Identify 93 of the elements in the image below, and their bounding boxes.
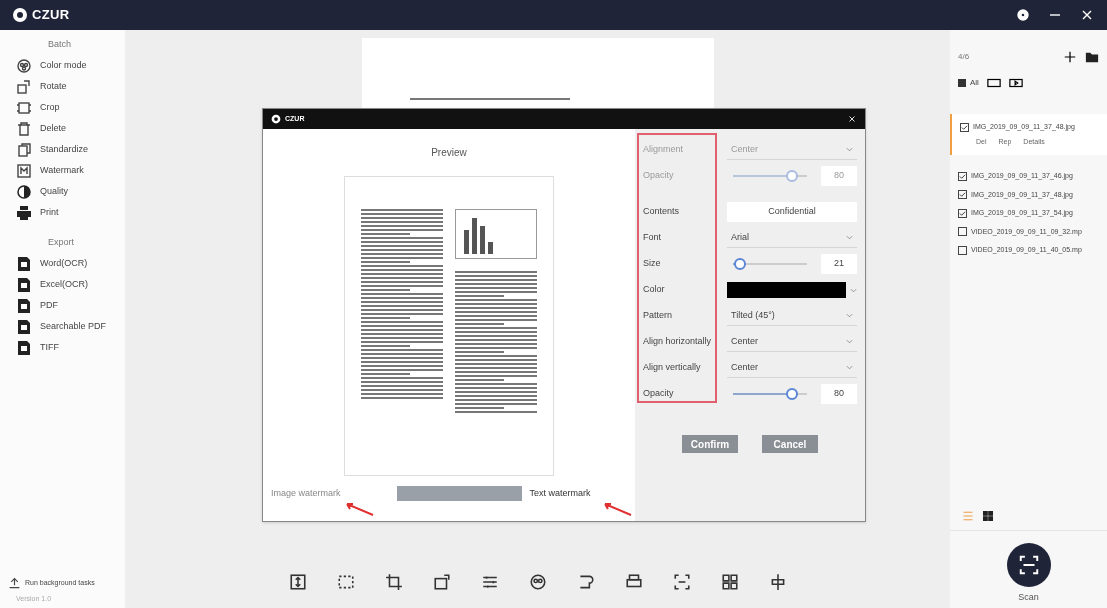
file-icon — [16, 318, 32, 335]
settings-icon[interactable] — [1015, 7, 1031, 23]
caret-icon — [846, 338, 853, 345]
add-icon[interactable] — [1063, 50, 1077, 64]
section-heading: Export — [47, 235, 75, 249]
check-icon — [959, 209, 966, 217]
setting-label: Color — [643, 283, 666, 297]
app-logo: CZUR — [32, 6, 70, 25]
sidebar-item[interactable]: Excel(OCR) — [16, 274, 109, 295]
section-heading: Batch — [47, 38, 72, 51]
select-all-checkbox[interactable]: All — [958, 77, 979, 89]
check-icon — [961, 123, 968, 131]
slider-thumb[interactable] — [786, 170, 799, 182]
sidebar-item[interactable]: Quality — [16, 181, 109, 203]
page-count: 4/6 — [958, 51, 970, 63]
trash-icon — [16, 121, 32, 137]
check-icon — [959, 191, 966, 199]
checkbox[interactable] — [958, 190, 967, 200]
sidebar-item[interactable]: Standardize — [16, 139, 109, 161]
sidebar-item[interactable]: Delete — [16, 118, 109, 140]
palette-icon — [16, 58, 32, 74]
setting-label: Size — [643, 257, 662, 271]
caret-icon — [846, 364, 853, 371]
grid-view-icon[interactable] — [982, 509, 994, 522]
dropdown[interactable]: Center — [727, 332, 857, 352]
checkbox[interactable] — [958, 245, 967, 255]
setting-label: Contents — [643, 205, 681, 219]
watermark-icon — [16, 163, 32, 179]
sidebar-item[interactable]: Color mode — [16, 55, 109, 77]
sidebar-item[interactable]: Print — [16, 202, 109, 224]
adjust-icon — [480, 573, 499, 591]
upload-icon — [8, 576, 21, 590]
select-icon — [336, 573, 355, 591]
sidebar-item[interactable]: Rotate — [16, 76, 109, 98]
caret-icon — [850, 286, 857, 294]
setting-label: Pattern — [643, 309, 674, 323]
file-icon — [16, 255, 32, 272]
logo-icon — [271, 114, 281, 124]
contrast-icon — [16, 184, 32, 200]
sidebar-item[interactable]: TIFF — [16, 337, 109, 358]
video-filter-icon[interactable] — [1008, 76, 1023, 90]
color-icon — [528, 573, 547, 591]
sidebar-item[interactable]: Word(OCR) — [16, 253, 109, 274]
sidebar-item[interactable]: Searchable PDF — [16, 316, 109, 337]
setting-label: Align vertically — [643, 361, 702, 375]
slider-thumb[interactable] — [786, 388, 799, 400]
checkbox[interactable] — [958, 227, 967, 237]
setting-label: Opacity — [643, 387, 675, 401]
setting-label: Align horizontally — [643, 335, 713, 349]
dropdown[interactable]: Center — [727, 358, 857, 378]
setting-label: Alignment — [643, 143, 685, 157]
scan-label: Scan — [1018, 590, 1039, 604]
dropdown[interactable]: Tilted (45°) — [727, 306, 857, 326]
logo-icon — [12, 7, 28, 23]
checkbox[interactable] — [960, 122, 969, 132]
file-icon — [16, 297, 32, 314]
caret-icon — [846, 146, 853, 153]
file-icon — [16, 276, 32, 293]
watermark-tab[interactable]: Text watermark — [529, 486, 591, 501]
text-field[interactable]: Confidential — [727, 202, 857, 222]
check-icon — [959, 172, 966, 180]
printer-icon — [16, 205, 32, 221]
watermark-tab[interactable]: Image watermark — [271, 486, 341, 501]
color-swatch[interactable] — [727, 282, 846, 298]
ocr-icon — [672, 573, 691, 591]
caret-icon — [846, 312, 853, 319]
rotate-icon — [432, 573, 451, 591]
arrow-annotation — [601, 501, 633, 517]
checkbox[interactable] — [958, 208, 967, 218]
image-filter-icon[interactable] — [986, 76, 1001, 90]
value-field[interactable]: 21 — [821, 254, 857, 274]
sidebar-item[interactable]: Crop — [16, 97, 109, 119]
close-icon[interactable] — [847, 114, 857, 124]
arrow-annotation — [343, 501, 375, 517]
caret-icon — [846, 234, 853, 241]
sidebar-item[interactable]: PDF — [16, 295, 109, 316]
folder-icon[interactable] — [1085, 50, 1099, 64]
scan-icon — [1017, 553, 1040, 576]
rotate-icon — [16, 79, 32, 95]
qr-icon — [720, 573, 739, 591]
crop-icon — [384, 573, 403, 591]
file-icon — [16, 339, 32, 356]
checkbox[interactable] — [958, 171, 967, 181]
slider-thumb[interactable] — [734, 258, 747, 270]
setting-label: Opacity — [643, 169, 675, 183]
value-field[interactable]: 80 — [821, 384, 857, 404]
dropdown[interactable]: Arial — [727, 228, 857, 248]
pages-icon — [16, 142, 32, 158]
sidebar-item[interactable]: Watermark — [16, 160, 109, 182]
preview-title: Preview — [431, 146, 467, 160]
setting-label: Font — [643, 231, 662, 245]
crop-icon — [16, 100, 32, 116]
fit-icon — [288, 573, 307, 591]
